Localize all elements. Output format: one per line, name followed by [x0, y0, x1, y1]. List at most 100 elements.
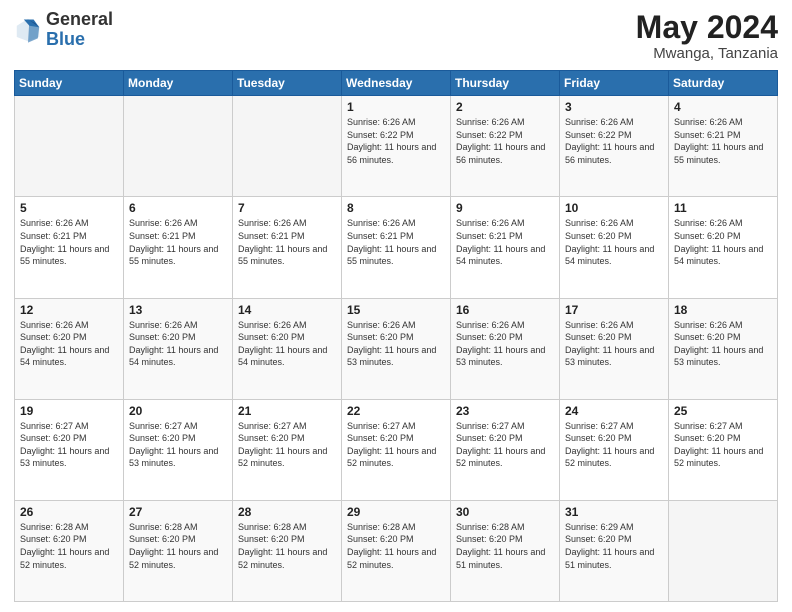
day-number: 25: [674, 404, 772, 418]
day-number: 13: [129, 303, 227, 317]
day-info: Sunrise: 6:26 AMSunset: 6:20 PMDaylight:…: [347, 319, 445, 369]
logo: General Blue: [14, 10, 113, 50]
cell-1-2: 7 Sunrise: 6:26 AMSunset: 6:21 PMDaylight…: [233, 197, 342, 298]
cell-0-5: 3Sunrise: 6:26 AMSunset: 6:22 PMDaylight…: [560, 96, 669, 197]
day-info: Sunrise: 6:26 AMSunset: 6:20 PMDaylight:…: [456, 319, 554, 369]
week-row-1: 5 Sunrise: 6:26 AMSunset: 6:21 PMDaylight…: [15, 197, 778, 298]
cell-2-5: 17 Sunrise: 6:26 AMSunset: 6:20 PMDayligh…: [560, 298, 669, 399]
cell-0-2: [233, 96, 342, 197]
day-info: Sunrise: 6:27 AMSunset: 6:20 PMDaylight:…: [129, 420, 227, 470]
cell-2-0: 12Sunrise: 6:26 AMSunset: 6:20 PMDayligh…: [15, 298, 124, 399]
day-number: 14: [238, 303, 336, 317]
day-number: 8: [347, 201, 445, 215]
day-number: 11: [674, 201, 772, 215]
day-info: Sunrise: 6:27 AMSunset: 6:20 PMDaylight:…: [20, 420, 118, 470]
cell-0-3: 1 Sunrise: 6:26 AMSunset: 6:22 PMDaylight…: [342, 96, 451, 197]
day-info: Sunrise: 6:26 AMSunset: 6:20 PMDaylight:…: [20, 319, 118, 369]
day-info: Sunrise: 6:26 AMSunset: 6:20 PMDaylight:…: [674, 319, 772, 369]
cell-1-4: 9 Sunrise: 6:26 AMSunset: 6:21 PMDaylight…: [451, 197, 560, 298]
day-number: 28: [238, 505, 336, 519]
day-number: 29: [347, 505, 445, 519]
cell-2-2: 14 Sunrise: 6:26 AMSunset: 6:20 PMDayligh…: [233, 298, 342, 399]
cell-3-4: 23 Sunrise: 6:27 AMSunset: 6:20 PMDayligh…: [451, 399, 560, 500]
day-number: 3: [565, 100, 663, 114]
day-number: 10: [565, 201, 663, 215]
cell-2-3: 15 Sunrise: 6:26 AMSunset: 6:20 PMDayligh…: [342, 298, 451, 399]
cell-1-1: 6Sunrise: 6:26 AMSunset: 6:21 PMDaylight…: [124, 197, 233, 298]
location: Mwanga, Tanzania: [636, 45, 778, 62]
day-number: 30: [456, 505, 554, 519]
day-number: 6: [129, 201, 227, 215]
day-number: 16: [456, 303, 554, 317]
cell-4-3: 29 Sunrise: 6:28 AMSunset: 6:20 PMDayligh…: [342, 500, 451, 601]
cell-0-1: [124, 96, 233, 197]
day-number: 7: [238, 201, 336, 215]
day-number: 20: [129, 404, 227, 418]
day-info: Sunrise: 6:26 AMSunset: 6:20 PMDaylight:…: [129, 319, 227, 369]
day-info: Sunrise: 6:27 AMSunset: 6:20 PMDaylight:…: [238, 420, 336, 470]
day-info: Sunrise: 6:26 AMSunset: 6:21 PMDaylight:…: [238, 217, 336, 267]
page: General Blue May 2024 Mwanga, Tanzania S…: [0, 0, 792, 612]
day-info: Sunrise: 6:27 AMSunset: 6:20 PMDaylight:…: [456, 420, 554, 470]
day-number: 4: [674, 100, 772, 114]
cell-3-5: 24 Sunrise: 6:27 AMSunset: 6:20 PMDayligh…: [560, 399, 669, 500]
week-row-3: 19 Sunrise: 6:27 AMSunset: 6:20 PMDayligh…: [15, 399, 778, 500]
day-number: 22: [347, 404, 445, 418]
logo-icon: [14, 16, 42, 44]
day-number: 27: [129, 505, 227, 519]
cell-1-3: 8 Sunrise: 6:26 AMSunset: 6:21 PMDaylight…: [342, 197, 451, 298]
day-number: 1: [347, 100, 445, 114]
day-number: 26: [20, 505, 118, 519]
title-block: May 2024 Mwanga, Tanzania: [636, 10, 778, 62]
cell-0-0: [15, 96, 124, 197]
cell-0-4: 2Sunrise: 6:26 AMSunset: 6:22 PMDaylight…: [451, 96, 560, 197]
cell-0-6: 4 Sunrise: 6:26 AMSunset: 6:21 PMDaylight…: [669, 96, 778, 197]
cell-3-2: 21 Sunrise: 6:27 AMSunset: 6:20 PMDayligh…: [233, 399, 342, 500]
cell-2-6: 18 Sunrise: 6:26 AMSunset: 6:20 PMDayligh…: [669, 298, 778, 399]
col-saturday: Saturday: [669, 71, 778, 96]
day-number: 5: [20, 201, 118, 215]
calendar-body: 1 Sunrise: 6:26 AMSunset: 6:22 PMDaylight…: [15, 96, 778, 602]
day-info: Sunrise: 6:26 AMSunset: 6:20 PMDaylight:…: [674, 217, 772, 267]
day-info: Sunrise: 6:26 AMSunset: 6:22 PMDaylight:…: [456, 116, 554, 166]
cell-1-6: 11 Sunrise: 6:26 AMSunset: 6:20 PMDayligh…: [669, 197, 778, 298]
day-info: Sunrise: 6:26 AMSunset: 6:20 PMDaylight:…: [238, 319, 336, 369]
calendar: Sunday Monday Tuesday Wednesday Thursday…: [14, 70, 778, 602]
day-info: Sunrise: 6:26 AMSunset: 6:20 PMDaylight:…: [565, 319, 663, 369]
logo-text: General Blue: [46, 10, 113, 50]
day-number: 19: [20, 404, 118, 418]
day-number: 24: [565, 404, 663, 418]
logo-blue: Blue: [46, 29, 85, 49]
cell-3-6: 25Sunrise: 6:27 AMSunset: 6:20 PMDayligh…: [669, 399, 778, 500]
day-number: 15: [347, 303, 445, 317]
cell-2-1: 13 Sunrise: 6:26 AMSunset: 6:20 PMDayligh…: [124, 298, 233, 399]
day-number: 21: [238, 404, 336, 418]
day-info: Sunrise: 6:28 AMSunset: 6:20 PMDaylight:…: [456, 521, 554, 571]
day-info: Sunrise: 6:28 AMSunset: 6:20 PMDaylight:…: [347, 521, 445, 571]
day-info: Sunrise: 6:26 AMSunset: 6:22 PMDaylight:…: [347, 116, 445, 166]
week-row-4: 26 Sunrise: 6:28 AMSunset: 6:20 PMDayligh…: [15, 500, 778, 601]
day-info: Sunrise: 6:26 AMSunset: 6:21 PMDaylight:…: [20, 217, 118, 267]
col-friday: Friday: [560, 71, 669, 96]
cell-3-1: 20 Sunrise: 6:27 AMSunset: 6:20 PMDayligh…: [124, 399, 233, 500]
day-number: 18: [674, 303, 772, 317]
header: General Blue May 2024 Mwanga, Tanzania: [14, 10, 778, 62]
day-info: Sunrise: 6:28 AMSunset: 6:20 PMDaylight:…: [20, 521, 118, 571]
col-thursday: Thursday: [451, 71, 560, 96]
day-number: 31: [565, 505, 663, 519]
month-year: May 2024: [636, 10, 778, 45]
cell-3-0: 19 Sunrise: 6:27 AMSunset: 6:20 PMDayligh…: [15, 399, 124, 500]
day-info: Sunrise: 6:26 AMSunset: 6:21 PMDaylight:…: [456, 217, 554, 267]
day-info: Sunrise: 6:26 AMSunset: 6:21 PMDaylight:…: [674, 116, 772, 166]
day-number: 23: [456, 404, 554, 418]
day-number: 9: [456, 201, 554, 215]
cell-1-0: 5 Sunrise: 6:26 AMSunset: 6:21 PMDaylight…: [15, 197, 124, 298]
cell-4-4: 30 Sunrise: 6:28 AMSunset: 6:20 PMDayligh…: [451, 500, 560, 601]
cell-4-2: 28Sunrise: 6:28 AMSunset: 6:20 PMDayligh…: [233, 500, 342, 601]
day-info: Sunrise: 6:26 AMSunset: 6:21 PMDaylight:…: [347, 217, 445, 267]
weekday-row: Sunday Monday Tuesday Wednesday Thursday…: [15, 71, 778, 96]
day-info: Sunrise: 6:27 AMSunset: 6:20 PMDaylight:…: [347, 420, 445, 470]
day-info: Sunrise: 6:28 AMSunset: 6:20 PMDaylight:…: [129, 521, 227, 571]
day-info: Sunrise: 6:27 AMSunset: 6:20 PMDaylight:…: [565, 420, 663, 470]
day-number: 17: [565, 303, 663, 317]
